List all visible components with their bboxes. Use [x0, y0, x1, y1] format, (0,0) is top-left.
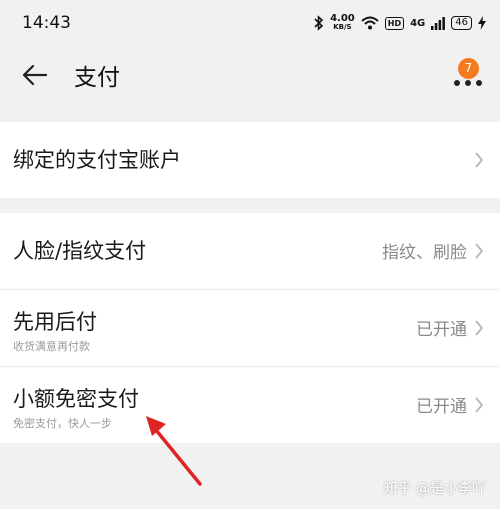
signal-label: 4G [410, 17, 426, 29]
more-options-button[interactable]: 7 [448, 58, 488, 96]
face-fingerprint-pay-value: 指纹、刷脸 [382, 243, 467, 263]
chevron-right-icon [475, 243, 484, 259]
battery-icon: 46 [451, 16, 472, 30]
charging-icon [478, 16, 486, 30]
face-fingerprint-pay-label: 人脸/指纹支付 [13, 239, 147, 263]
annotation-arrow-icon [146, 416, 202, 486]
network-speed: 4.00 KB/S [330, 14, 355, 32]
network-speed-unit: KB/S [333, 23, 352, 31]
more-dots-icon [454, 80, 482, 86]
status-bar: 14:43 4.00 KB/S HD 4G 46 [0, 0, 500, 46]
back-arrow-icon[interactable] [20, 61, 50, 89]
payment-settings-card: 人脸/指纹支付 指纹、刷脸 先用后付 收货满意再付款 已开通 小额免密支付 免密… [0, 213, 500, 443]
wifi-icon [361, 16, 379, 30]
alipay-account-row[interactable]: 绑定的支付宝账户 [0, 122, 500, 198]
watermark: 知乎 @是小李吖 [383, 481, 486, 497]
status-time: 14:43 [22, 13, 71, 33]
pay-later-row[interactable]: 先用后付 收货满意再付款 已开通 [0, 289, 500, 366]
app-header: 支付 7 [0, 46, 500, 102]
chevron-right-icon [475, 320, 484, 336]
pay-later-label: 先用后付 [13, 310, 97, 334]
notification-badge: 7 [458, 58, 479, 79]
small-amount-pay-label: 小额免密支付 [13, 387, 139, 411]
chevron-right-icon [475, 397, 484, 413]
signal-icon [431, 16, 446, 30]
alipay-card: 绑定的支付宝账户 [0, 122, 500, 198]
bluetooth-icon [314, 15, 324, 31]
network-speed-value: 4.00 [330, 13, 355, 24]
small-amount-password-free-row[interactable]: 小额免密支付 免密支付，快人一步 已开通 [0, 366, 500, 443]
status-icons: 4.00 KB/S HD 4G 46 [314, 14, 486, 32]
chevron-right-icon [475, 152, 484, 168]
hd-badge: HD [384, 16, 405, 30]
pay-later-status: 已开通 [416, 320, 467, 340]
small-amount-pay-status: 已开通 [416, 397, 467, 417]
face-fingerprint-pay-row[interactable]: 人脸/指纹支付 指纹、刷脸 [0, 213, 500, 289]
small-amount-pay-subtitle: 免密支付，快人一步 [13, 417, 112, 430]
alipay-account-label: 绑定的支付宝账户 [13, 148, 181, 172]
pay-later-subtitle: 收货满意再付款 [13, 340, 90, 353]
page-title: 支付 [74, 65, 120, 91]
